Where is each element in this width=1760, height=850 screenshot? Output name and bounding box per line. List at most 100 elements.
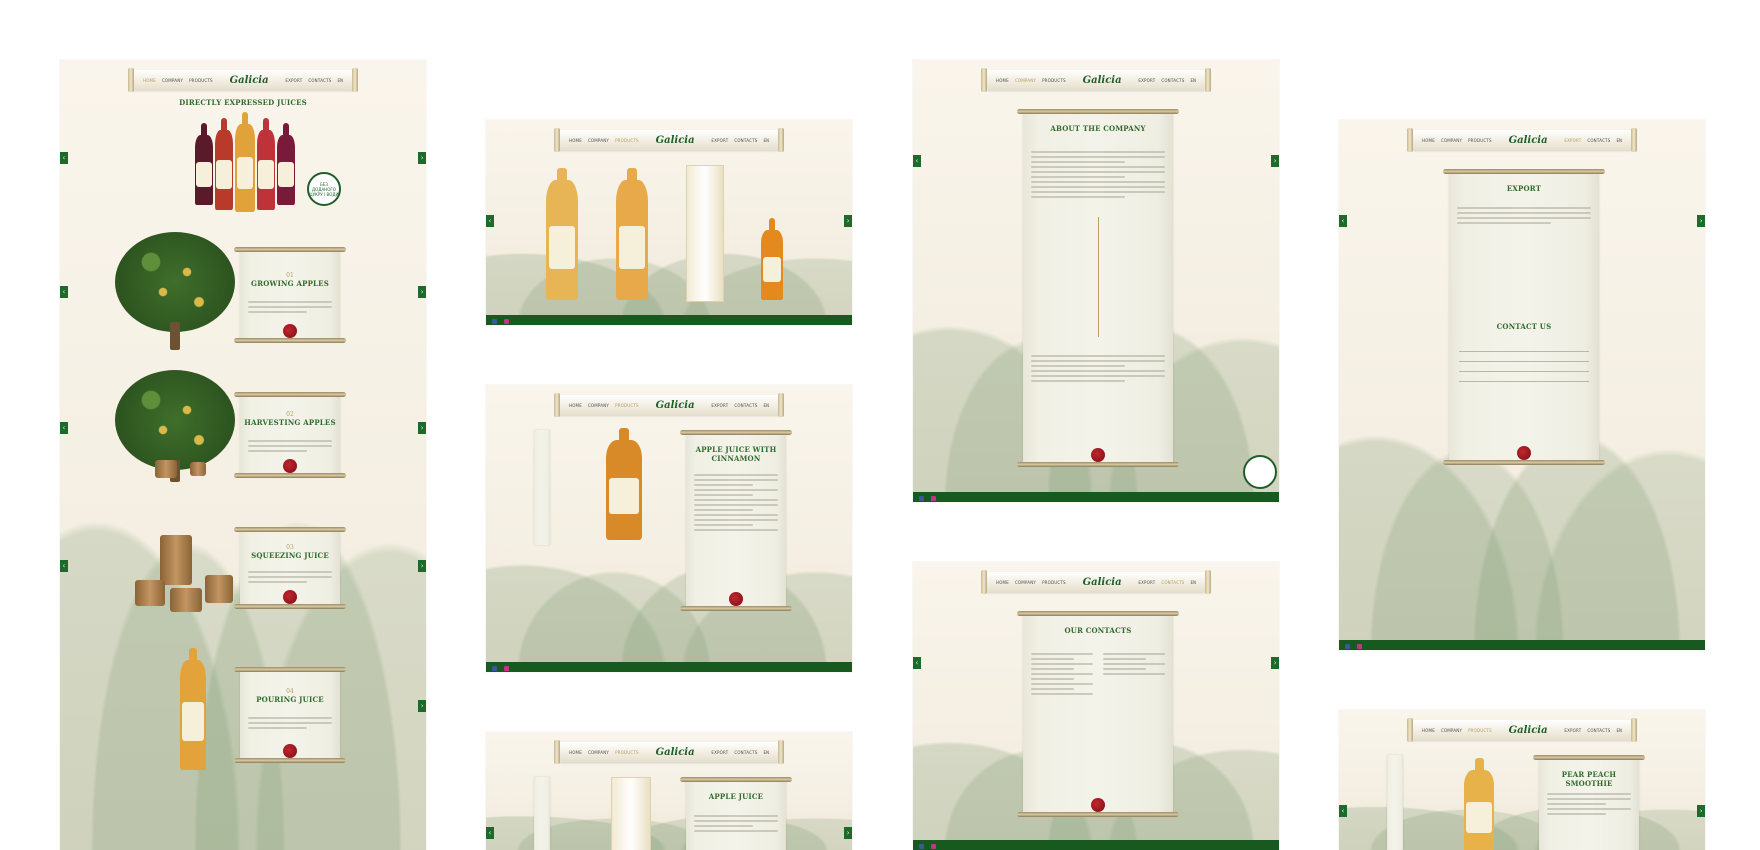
slider-next-arrow[interactable]: › bbox=[1271, 657, 1279, 669]
product-apple-juice-2[interactable] bbox=[616, 168, 648, 300]
nav-company[interactable]: COMPANY bbox=[588, 750, 609, 755]
slider-next-arrow[interactable]: › bbox=[1697, 805, 1705, 817]
slider-prev-arrow[interactable]: ‹ bbox=[60, 152, 68, 164]
phone-field[interactable] bbox=[1459, 371, 1589, 372]
slider-prev-arrow[interactable]: ‹ bbox=[60, 560, 68, 572]
nav-contacts[interactable]: CONTACTS bbox=[1587, 728, 1610, 733]
slider-next-arrow[interactable]: › bbox=[1697, 215, 1705, 227]
instagram-icon[interactable] bbox=[931, 495, 937, 501]
product-small-bottle[interactable] bbox=[761, 218, 783, 300]
facebook-icon[interactable] bbox=[1345, 643, 1350, 649]
no-sugar-badge bbox=[1243, 455, 1277, 489]
lang-switch[interactable]: EN bbox=[337, 78, 343, 83]
slider-next-arrow[interactable]: › bbox=[418, 422, 426, 434]
nav-contacts[interactable]: CONTACTS bbox=[734, 138, 757, 143]
bottle-strawberry bbox=[257, 118, 275, 210]
nav-export[interactable]: EXPORT bbox=[1564, 138, 1581, 143]
nav-products[interactable]: PRODUCTS bbox=[615, 403, 639, 408]
nav-contacts[interactable]: CONTACTS bbox=[734, 403, 757, 408]
nav-contacts[interactable]: CONTACTS bbox=[1161, 580, 1184, 585]
instagram-icon[interactable] bbox=[931, 843, 937, 849]
nav-contacts[interactable]: CONTACTS bbox=[1161, 78, 1184, 83]
instagram-icon[interactable] bbox=[1357, 643, 1363, 649]
slider-prev-arrow[interactable]: ‹ bbox=[913, 657, 921, 669]
nav-company[interactable]: COMPANY bbox=[1441, 138, 1462, 143]
nav-company[interactable]: COMPANY bbox=[1441, 728, 1462, 733]
product-thumb-strip bbox=[534, 430, 550, 545]
nav-export[interactable]: EXPORT bbox=[711, 138, 728, 143]
logo[interactable]: Galicia bbox=[656, 135, 695, 146]
nav-products[interactable]: PRODUCTS bbox=[1468, 138, 1492, 143]
instagram-icon[interactable] bbox=[504, 318, 510, 324]
slider-prev-arrow[interactable]: ‹ bbox=[60, 422, 68, 434]
wax-seal-icon bbox=[729, 592, 743, 606]
slider-next-arrow[interactable]: › bbox=[418, 286, 426, 298]
lang-switch[interactable]: EN bbox=[763, 138, 769, 143]
slider-prev-arrow[interactable]: ‹ bbox=[1339, 805, 1347, 817]
nav-contacts[interactable]: CONTACTS bbox=[734, 750, 757, 755]
logo[interactable]: Galicia bbox=[656, 400, 695, 411]
nav-export[interactable]: EXPORT bbox=[1138, 580, 1155, 585]
nav-company[interactable]: COMPANY bbox=[162, 78, 183, 83]
lang-switch[interactable]: EN bbox=[1616, 728, 1622, 733]
logo[interactable]: Galicia bbox=[656, 747, 695, 758]
logo[interactable]: Galicia bbox=[230, 75, 269, 86]
lang-switch[interactable]: EN bbox=[1190, 78, 1196, 83]
nav-export[interactable]: EXPORT bbox=[1564, 728, 1581, 733]
slider-next-arrow[interactable]: › bbox=[844, 827, 852, 839]
email-field[interactable] bbox=[1459, 361, 1589, 362]
lang-switch[interactable]: EN bbox=[763, 403, 769, 408]
nav-home[interactable]: HOME bbox=[996, 580, 1009, 585]
name-field[interactable] bbox=[1459, 351, 1589, 352]
slider-prev-arrow[interactable]: ‹ bbox=[486, 215, 494, 227]
nav-products[interactable]: PRODUCTS bbox=[1042, 78, 1066, 83]
logo[interactable]: Galicia bbox=[1509, 135, 1548, 146]
facebook-icon[interactable] bbox=[492, 665, 497, 671]
nav-company[interactable]: COMPANY bbox=[588, 138, 609, 143]
nav-home[interactable]: HOME bbox=[569, 750, 582, 755]
lang-switch[interactable]: EN bbox=[1190, 580, 1196, 585]
lang-switch[interactable]: EN bbox=[1616, 138, 1622, 143]
slider-prev-arrow[interactable]: ‹ bbox=[486, 827, 494, 839]
logo[interactable]: Galicia bbox=[1083, 75, 1122, 86]
product-apple-juice[interactable] bbox=[546, 168, 578, 300]
nav-home[interactable]: HOME bbox=[569, 138, 582, 143]
instagram-icon[interactable] bbox=[504, 665, 510, 671]
slider-prev-arrow[interactable]: ‹ bbox=[1339, 215, 1347, 227]
lang-switch[interactable]: EN bbox=[763, 750, 769, 755]
nav-company[interactable]: COMPANY bbox=[1015, 78, 1036, 83]
nav-products[interactable]: PRODUCTS bbox=[1468, 728, 1492, 733]
facebook-icon[interactable] bbox=[492, 318, 497, 324]
slider-next-arrow[interactable]: › bbox=[844, 215, 852, 227]
nav-home[interactable]: HOME bbox=[143, 78, 156, 83]
nav-home[interactable]: HOME bbox=[1422, 728, 1435, 733]
nav-home[interactable]: HOME bbox=[569, 403, 582, 408]
facebook-icon[interactable] bbox=[919, 495, 924, 501]
logo[interactable]: Galicia bbox=[1509, 725, 1548, 736]
slider-next-arrow[interactable]: › bbox=[418, 152, 426, 164]
nav-export[interactable]: EXPORT bbox=[285, 78, 302, 83]
nav-products[interactable]: PRODUCTS bbox=[615, 750, 639, 755]
slider-next-arrow[interactable]: › bbox=[418, 700, 426, 712]
nav-products[interactable]: PRODUCTS bbox=[615, 138, 639, 143]
slider-next-arrow[interactable]: › bbox=[418, 560, 426, 572]
nav-contacts[interactable]: CONTACTS bbox=[308, 78, 331, 83]
logo[interactable]: Galicia bbox=[1083, 577, 1122, 588]
product-carton[interactable] bbox=[686, 165, 724, 302]
nav-products[interactable]: PRODUCTS bbox=[1042, 580, 1066, 585]
nav-products[interactable]: PRODUCTS bbox=[189, 78, 213, 83]
nav-export[interactable]: EXPORT bbox=[1138, 78, 1155, 83]
message-field[interactable] bbox=[1459, 381, 1589, 382]
nav-home[interactable]: HOME bbox=[996, 78, 1009, 83]
facebook-icon[interactable] bbox=[919, 843, 924, 849]
nav-export[interactable]: EXPORT bbox=[711, 750, 728, 755]
nav-company[interactable]: COMPANY bbox=[1015, 580, 1036, 585]
nav-export[interactable]: EXPORT bbox=[711, 403, 728, 408]
nav-home[interactable]: HOME bbox=[1422, 138, 1435, 143]
product-info-panel: APPLE JUICE WITH CINNAMON bbox=[680, 430, 792, 611]
slider-next-arrow[interactable]: › bbox=[1271, 155, 1279, 167]
nav-contacts[interactable]: CONTACTS bbox=[1587, 138, 1610, 143]
slider-prev-arrow[interactable]: ‹ bbox=[913, 155, 921, 167]
slider-prev-arrow[interactable]: ‹ bbox=[60, 286, 68, 298]
nav-company[interactable]: COMPANY bbox=[588, 403, 609, 408]
